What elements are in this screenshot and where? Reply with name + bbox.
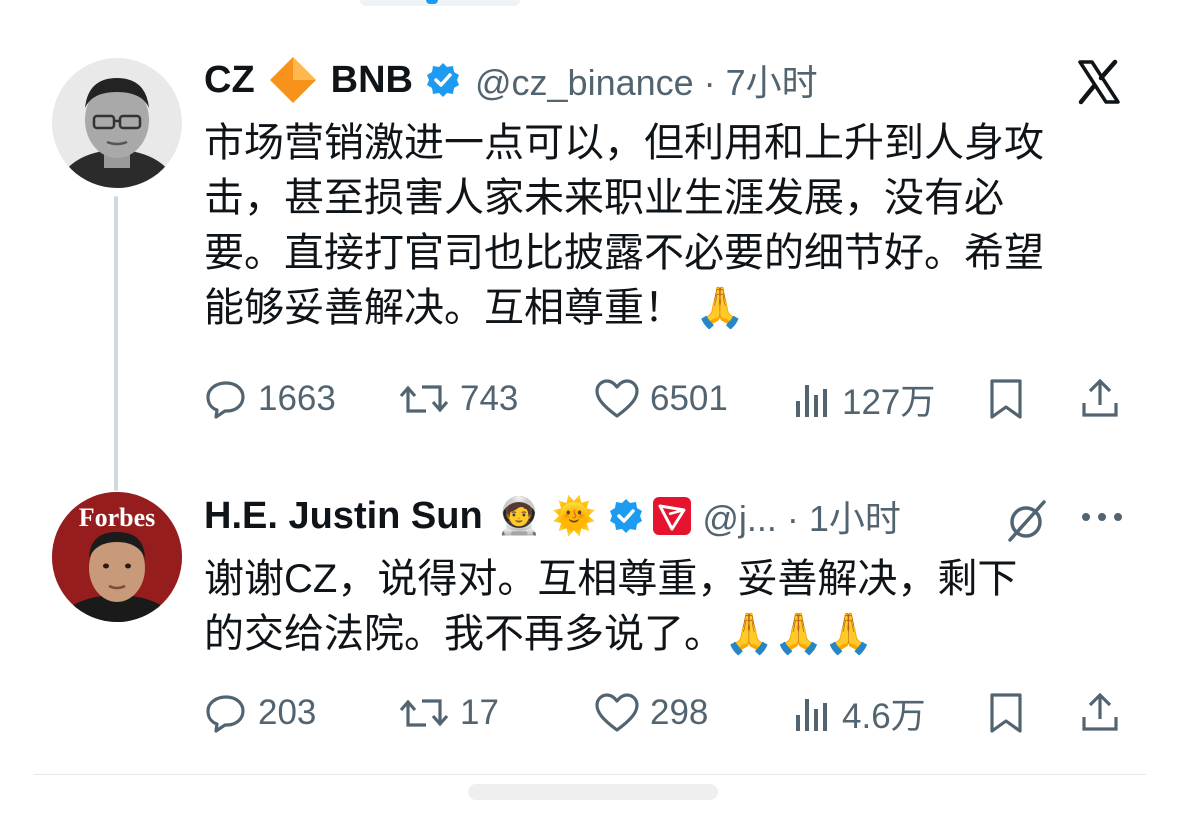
tweet-cz[interactable]: CZ BNB @cz_binance · 7小时 市场营销激进一点可以，但利用和… <box>204 50 1134 336</box>
bottom-divider <box>34 774 1146 775</box>
like-count: 6501 <box>650 379 728 418</box>
repost-count: 743 <box>460 379 519 418</box>
share-icon <box>1082 378 1118 417</box>
tweet-text-line: 谢谢CZ，说得对。互相尊重，妥善解决，剩下 <box>204 557 1018 601</box>
avatar-cz[interactable] <box>52 58 182 188</box>
author-name[interactable]: H.E. Justin Sun <box>204 495 483 538</box>
repost-icon <box>399 385 449 413</box>
repost-icon <box>399 699 449 727</box>
tweet-text-line: 要。直接打官司也比披露不必要的细节好。希望 <box>204 231 1044 275</box>
tweet-text-line: 市场营销激进一点可以，但利用和上升到人身攻 <box>204 121 1044 165</box>
grok-icon[interactable] <box>1000 494 1052 551</box>
handle-and-time[interactable]: @j... · 1小时 <box>702 490 901 542</box>
astronaut-sun-emoji-icons: 🧑‍🚀 🌞 <box>496 495 597 536</box>
repost-count: 17 <box>460 693 499 732</box>
reply-icon <box>206 381 245 419</box>
share-button[interactable] <box>1078 374 1132 424</box>
tweet-justin-sun[interactable]: H.E. Justin Sun 🧑‍🚀 🌞 @j... · 1小时 谢谢CZ，说… <box>204 486 1104 662</box>
reply-button[interactable]: 1663 <box>204 374 336 424</box>
share-button[interactable] <box>1078 688 1132 738</box>
tron-logo-icon <box>652 496 692 536</box>
tweet-text-line: 能够妥善解决。互相尊重！ 🙏 <box>204 286 745 330</box>
author-name[interactable]: CZ <box>204 59 255 102</box>
top-status-strip <box>360 0 520 6</box>
bnb-diamond-icon <box>267 54 319 106</box>
tweet-header: CZ BNB @cz_binance · 7小时 <box>204 50 1134 110</box>
avatar-forbes-text: Forbes <box>79 503 156 532</box>
handle-and-time[interactable]: @cz_binance · 7小时 <box>475 54 818 106</box>
tweet-text: 市场营销激进一点可以，但利用和上升到人身攻 击，甚至损害人家未来职业生涯发展，没… <box>204 116 1134 336</box>
verified-badge-icon <box>608 498 644 534</box>
reply-icon <box>206 695 245 733</box>
views-count: 4.6万 <box>842 696 926 736</box>
verified-badge-icon <box>425 62 461 98</box>
heart-icon <box>595 693 639 732</box>
views-icon <box>796 699 827 731</box>
bookmark-button[interactable] <box>986 374 1036 424</box>
indicator-dot <box>426 0 438 4</box>
views-count: 127万 <box>842 382 936 422</box>
share-icon <box>1082 692 1118 731</box>
tweet-text-line: 击，甚至损害人家未来职业生涯发展，没有必 <box>204 176 1004 220</box>
bookmark-icon <box>990 379 1022 419</box>
watermark-mark <box>468 778 718 806</box>
tweet-text-line: 的交给法院。我不再多说了。🙏🙏🙏 <box>204 612 874 656</box>
views-icon <box>796 385 827 417</box>
thread-connector-line <box>114 196 118 491</box>
repost-button[interactable]: 17 <box>398 688 499 738</box>
reply-count: 1663 <box>258 379 336 418</box>
heart-icon <box>595 379 639 418</box>
repost-button[interactable]: 743 <box>398 374 518 424</box>
tweet-header: H.E. Justin Sun 🧑‍🚀 🌞 @j... · 1小时 <box>204 486 1104 546</box>
reply-button[interactable]: 203 <box>204 688 316 738</box>
tweet-text: 谢谢CZ，说得对。互相尊重，妥善解决，剩下 的交给法院。我不再多说了。🙏🙏🙏 <box>204 552 1104 662</box>
like-button[interactable]: 298 <box>594 688 708 738</box>
reply-count: 203 <box>258 693 317 732</box>
bookmark-icon <box>990 693 1022 733</box>
like-button[interactable]: 6501 <box>594 374 728 424</box>
views-button[interactable]: 4.6万 <box>792 688 926 738</box>
like-count: 298 <box>650 693 709 732</box>
more-icon[interactable] <box>1080 510 1124 529</box>
author-name-suffix[interactable]: BNB <box>331 59 413 102</box>
bookmark-button[interactable] <box>986 688 1036 738</box>
views-button[interactable]: 127万 <box>792 374 935 424</box>
avatar-justin-sun[interactable]: Forbes <box>52 492 182 622</box>
